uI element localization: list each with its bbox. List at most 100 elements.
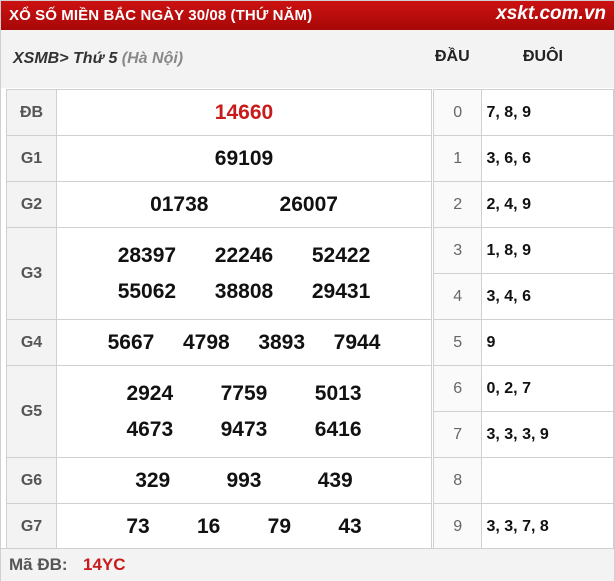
results-panel: XỔ SỐ MIỀN BẮC NGÀY 30/08 (THỨ NĂM) xskt…: [0, 0, 615, 581]
prize-numbers: 73 16 79 43: [56, 503, 432, 550]
prize-number: 4673: [126, 417, 174, 441]
duoi-digits: 2, 4, 9: [481, 181, 614, 228]
prize-row: ĐB 14660: [6, 89, 432, 136]
dau-column-header: ĐẦU: [435, 48, 470, 65]
number-row: 5667 4798 3893 7944: [57, 331, 431, 355]
duoi-column-header: ĐUÔI: [523, 48, 563, 65]
prize-number: 4798: [182, 330, 230, 354]
dau-digit: 6: [432, 365, 483, 412]
prize-number: 01738: [150, 192, 209, 216]
dau-digit: 5: [432, 319, 483, 366]
dau-digit: 7: [432, 411, 483, 458]
results-header: XỔ SỐ MIỀN BẮC NGÀY 30/08 (THỨ NĂM) xskt…: [1, 1, 614, 30]
breadcrumb-day-link[interactable]: Thứ 5: [69, 50, 122, 67]
prize-numbers: 01738 26007: [56, 181, 432, 228]
number-row: 2924 7759 5013: [57, 382, 431, 418]
dau-duoi-table: 0 7, 8, 9 1 3, 6, 6 2 2, 4, 9 3 1, 8, 9 4 3, 4, 6…: [432, 89, 614, 550]
site-brand-link[interactable]: xskt.com.vn: [496, 3, 606, 25]
duoi-digits: 3, 6, 6: [481, 135, 614, 182]
number-row: 4673 9473 6416: [57, 418, 431, 442]
dau-digit: 9: [432, 503, 483, 550]
prize-number: 55062: [117, 279, 177, 303]
prize-numbers: 329 993 439: [56, 457, 432, 504]
prize-row: G6 329 993 439: [6, 457, 432, 504]
dau-duoi-row: 3 1, 8, 9: [432, 227, 614, 274]
number-row: 69109: [57, 147, 431, 171]
prize-row: G3 28397 22246 52422 55062 38808 29431: [6, 227, 432, 320]
duoi-digits: 9: [481, 319, 614, 366]
number-row: 55062 38808 29431: [57, 280, 431, 304]
duoi-digits: 3, 3, 7, 8: [481, 503, 614, 550]
prize-number: 7944: [333, 330, 381, 354]
prize-number: 26007: [279, 192, 338, 216]
prize-numbers: 28397 22246 52422 55062 38808 29431: [56, 227, 432, 320]
duoi-digits: [481, 457, 614, 504]
dau-duoi-row: 8: [432, 457, 614, 504]
prize-row: G2 01738 26007: [6, 181, 432, 228]
breadcrumb: XSMB> Thứ 5 (Hà Nội): [13, 50, 183, 68]
duoi-digits: 1, 8, 9: [481, 227, 614, 274]
prize-number: 329: [135, 468, 171, 492]
number-row: 14660: [57, 101, 431, 125]
prize-row: G7 73 16 79 43: [6, 503, 432, 550]
prize-number: 69109: [214, 146, 274, 170]
dau-duoi-row: 0 7, 8, 9: [432, 89, 614, 136]
dau-duoi-row: 2 2, 4, 9: [432, 181, 614, 228]
prize-number: 5667: [107, 330, 155, 354]
prize-row: G5 2924 7759 5013 4673 9473 6416: [6, 365, 432, 458]
dau-digit: 8: [432, 457, 483, 504]
prize-numbers: 2924 7759 5013 4673 9473 6416: [56, 365, 432, 458]
dau-duoi-row: 4 3, 4, 6: [432, 273, 614, 320]
results-title: XỔ SỐ MIỀN BẮC NGÀY 30/08 (THỨ NĂM): [9, 7, 313, 24]
prize-number: 439: [317, 468, 353, 492]
duoi-digits: 3, 3, 3, 9: [481, 411, 614, 458]
prize-number: 22246: [214, 243, 274, 267]
special-code-label: Mã ĐB:: [9, 555, 68, 574]
prize-number: 43: [338, 514, 362, 538]
duoi-digits: 0, 2, 7: [481, 365, 614, 412]
prize-number: 5013: [314, 381, 362, 405]
prize-label: G6: [6, 457, 57, 504]
prize-number: 993: [226, 468, 262, 492]
prize-numbers: 69109: [56, 135, 432, 182]
breadcrumb-province: (Hà Nội): [121, 50, 184, 67]
prize-row: G4 5667 4798 3893 7944: [6, 319, 432, 366]
prize-label: G7: [6, 503, 57, 550]
prize-numbers: 14660: [56, 89, 432, 136]
dau-digit: 1: [432, 135, 483, 182]
special-prize-number: 14660: [214, 100, 274, 124]
breadcrumb-separator: >: [59, 50, 69, 67]
number-row: 01738 26007: [57, 193, 431, 217]
prize-number: 9473: [220, 417, 268, 441]
dau-duoi-row: 1 3, 6, 6: [432, 135, 614, 182]
prize-number: 28397: [117, 243, 177, 267]
prize-numbers: 5667 4798 3893 7944: [56, 319, 432, 366]
dau-duoi-row: 7 3, 3, 3, 9: [432, 411, 614, 458]
prize-number: 73: [126, 514, 150, 538]
prize-number: 2924: [126, 381, 174, 405]
prize-number: 79: [267, 514, 292, 538]
prize-label: G4: [6, 319, 57, 366]
prize-label: ĐB: [6, 89, 57, 136]
duoi-digits: 3, 4, 6: [481, 273, 614, 320]
number-row: 73 16 79 43: [57, 515, 431, 539]
special-code-value: 14YC: [83, 555, 126, 574]
prize-number: 7759: [220, 381, 268, 405]
prize-label: G2: [6, 181, 57, 228]
special-code-footer: Mã ĐB: 14YC: [1, 548, 614, 581]
prize-table: ĐB 14660 G1 69109 G2 01738 26007 G3 28397 22246 52…: [6, 89, 432, 550]
prize-row: G1 69109: [6, 135, 432, 182]
breadcrumb-code-link[interactable]: XSMB: [13, 50, 59, 67]
subheader: XSMB> Thứ 5 (Hà Nội) ĐẦU ĐUÔI: [1, 30, 614, 88]
dau-duoi-row: 6 0, 2, 7: [432, 365, 614, 412]
number-row: 329 993 439: [57, 469, 431, 493]
prize-number: 52422: [311, 243, 371, 267]
dau-digit: 3: [432, 227, 483, 274]
duoi-digits: 7, 8, 9: [481, 89, 614, 136]
prize-number: 3893: [258, 330, 306, 354]
prize-number: 16: [196, 514, 221, 538]
dau-duoi-row: 9 3, 3, 7, 8: [432, 503, 614, 550]
dau-duoi-row: 59: [432, 319, 614, 366]
prize-number: 6416: [314, 417, 362, 441]
dau-digit: 4: [432, 273, 483, 320]
